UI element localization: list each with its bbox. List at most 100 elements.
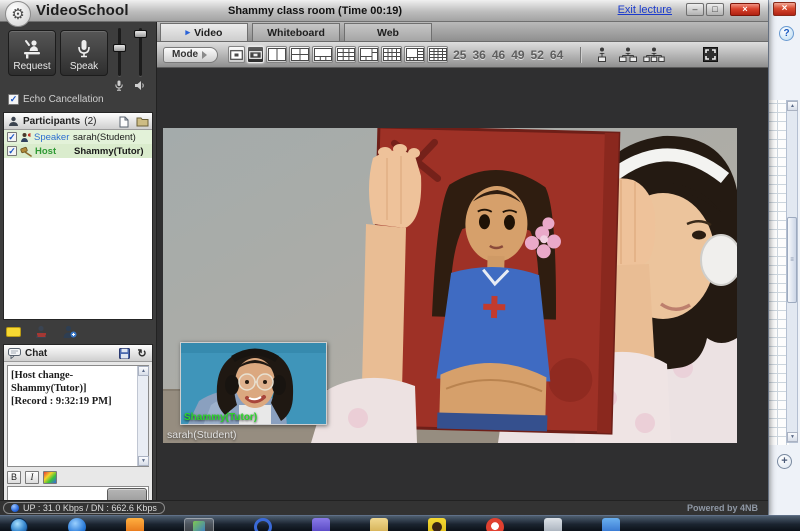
chat-title: Chat [25,348,47,359]
student-name-label: sarah(Student) [167,429,236,441]
tab-whiteboard[interactable]: Whiteboard [252,23,340,41]
scroll-down-arrow-icon[interactable]: ▼ [787,432,798,442]
scroll-up-arrow-icon[interactable]: ▲ [138,366,149,376]
network-status: UP : 31.0 Kbps / DN : 662.6 Kbps [3,502,165,514]
desktop: × ? ▲ ≡ ▼ + ⚙ VideoSchool Shammy class r… [0,0,800,531]
maximize-icon: □ [712,4,717,14]
layout-4-grid-button[interactable] [289,46,310,63]
new-document-icon[interactable] [117,115,131,128]
layout-12-grid-button[interactable] [381,46,402,63]
font-color-button[interactable] [43,471,57,484]
close-button[interactable]: × [730,3,760,16]
check-icon: ✓ [8,146,16,157]
chat-message: [Record : 9:32:19 PM] [11,395,134,408]
chat-bubble-icon[interactable] [4,324,22,340]
tab-web[interactable]: Web [344,23,432,41]
speak-button[interactable]: Speak [60,30,108,76]
bubble-shape [6,327,21,337]
fullscreen-icon [705,49,716,60]
layout-1-plus-3-button[interactable] [312,46,333,63]
bold-button[interactable]: B [7,471,21,484]
participant-row[interactable]: ✓ Speaker sarah(Student) [4,130,152,144]
speak-label: Speak [70,61,98,72]
save-chat-icon[interactable] [117,347,131,360]
refresh-icon[interactable]: ↻ [135,347,149,360]
echo-cancellation-checkbox[interactable]: ✓ [8,94,19,105]
layout-16-grid-button[interactable] [427,46,448,63]
speaker-role-icon [20,132,31,143]
broadcast-one-icon[interactable] [591,46,613,64]
taskbar-explorer-icon[interactable] [370,518,388,531]
participant-checkbox[interactable]: ✓ [7,132,17,142]
taskbar-active-app[interactable] [184,518,214,531]
scroll-up-arrow-icon[interactable]: ▲ [787,101,798,111]
request-button[interactable]: Request [8,30,56,76]
participant-row[interactable]: ✓ Host Shammy(Tutor) [4,144,152,158]
background-scrollbar[interactable]: ▲ ≡ ▼ [786,100,798,443]
participants-panel: Participants (2) ✓ [3,112,153,320]
layout-count-64[interactable]: 64 [550,48,563,62]
network-status-icon [11,504,19,512]
titlebar: ⚙ VideoSchool Shammy class room (Time 00… [0,0,768,22]
taskbar-browser-icon[interactable] [486,518,504,531]
kick-user-icon[interactable] [32,324,50,340]
italic-button[interactable]: I [25,471,39,484]
scroll-down-arrow-icon[interactable]: ▼ [138,456,149,466]
broadcast-three-icon[interactable] [643,46,665,64]
echo-cancellation-row: ✓ Echo Cancellation [8,94,104,105]
taskbar-app-indigo-icon[interactable] [312,518,330,531]
scrollbar-thumb[interactable]: ≡ [787,217,797,303]
chat-scrollbar[interactable]: ▲ ▼ [137,366,148,466]
broadcast-two-icon[interactable] [617,46,639,64]
minimize-button[interactable]: – [686,3,704,16]
request-label: Request [13,61,50,72]
layout-1-plus-5-button[interactable] [358,46,379,63]
slider-track [118,28,121,76]
speaker-volume-slider[interactable] [134,28,146,76]
chat-message: [Host change-Shammy(Tutor)] [11,369,134,395]
participant-name: sarah(Student) [73,132,136,143]
slider-thumb[interactable] [134,30,147,38]
help-icon[interactable]: ? [779,26,794,41]
chat-format-row: B I [7,471,57,484]
sidebar-tool-row [4,322,78,342]
layout-count-36[interactable]: 36 [472,48,485,62]
layout-1-plus-7-button[interactable] [404,46,425,63]
zoom-plus-button[interactable]: + [777,454,792,469]
invite-user-icon[interactable] [60,324,78,340]
tutor-video[interactable]: Shammy(Tutor) [180,342,327,425]
background-window: × ? ▲ ≡ ▼ + [768,0,800,515]
slider-thumb[interactable] [113,44,126,52]
layout-2-split-button[interactable] [266,46,287,63]
mic-volume-slider[interactable] [113,28,125,76]
start-button[interactable] [10,518,28,531]
main-area: ▸ Video Whiteboard Web Mode [157,22,768,500]
fullscreen-button[interactable] [703,47,718,62]
background-close-button[interactable]: × [773,2,796,16]
videoschool-window: ⚙ VideoSchool Shammy class room (Time 00… [0,0,768,515]
layout-aspect-43-button[interactable] [228,46,245,63]
app-logo: ⚙ [5,1,31,27]
student-video[interactable]: Shammy(Tutor) sarah(Student) [163,128,737,443]
participant-checkbox[interactable]: ✓ [7,146,17,156]
layout-aspect-169-button[interactable] [247,46,264,63]
layout-9-grid-button[interactable] [335,46,356,63]
speaker-small-icon [134,78,146,89]
video-stage: Shammy(Tutor) sarah(Student) [157,68,768,500]
maximize-button[interactable]: □ [706,3,724,16]
tab-video[interactable]: ▸ Video [160,23,248,41]
taskbar-window-icon[interactable] [544,518,562,531]
taskbar-camera-app-icon[interactable] [428,518,446,531]
taskbar-ie-icon[interactable] [68,518,86,531]
exit-lecture-link[interactable]: Exit lecture [618,4,672,16]
participants-title: Participants [23,116,80,127]
taskbar-blue-window-icon[interactable] [602,518,620,531]
layout-count-25[interactable]: 25 [453,48,466,62]
layout-count-52[interactable]: 52 [531,48,544,62]
layout-count-46[interactable]: 46 [492,48,505,62]
folder-icon[interactable] [135,115,149,128]
mode-button[interactable]: Mode [163,47,218,63]
layout-count-49[interactable]: 49 [511,48,524,62]
taskbar-app-orange-icon[interactable] [126,518,144,531]
taskbar-app-ring-icon[interactable] [254,518,272,531]
